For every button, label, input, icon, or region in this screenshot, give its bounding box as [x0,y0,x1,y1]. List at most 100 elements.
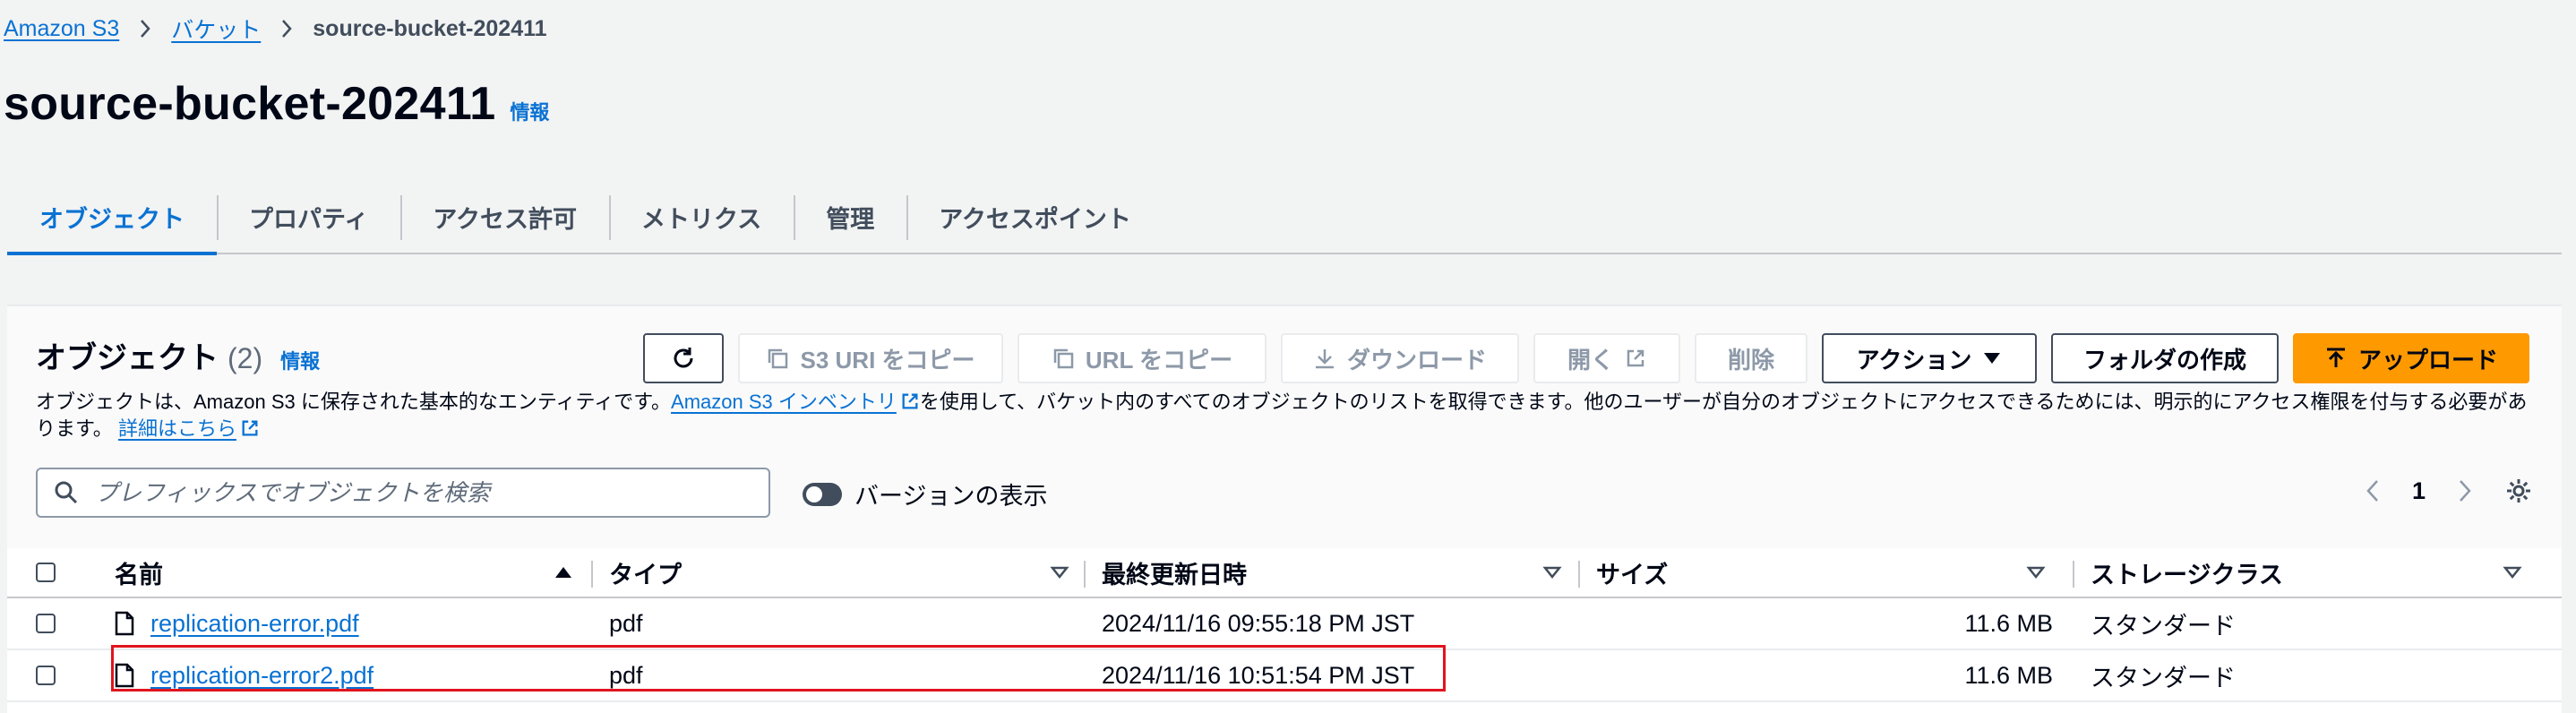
upload-icon [2326,348,2345,367]
upload-button[interactable]: アップロード [2293,333,2529,383]
object-storage-class: スタンダード [2091,664,2236,692]
show-versions: バージョンの表示 [803,477,1047,511]
tab-management[interactable]: 管理 [794,181,906,253]
sort-icon [2026,566,2046,580]
page-title: source-bucket-202411 [4,78,496,130]
row-select-cell [36,598,72,649]
tab-access-points[interactable]: アクセスポイント [906,181,1163,253]
refresh-button[interactable] [643,333,724,383]
object-link[interactable]: replication-error2.pdf [150,662,374,690]
show-versions-label: バージョンの表示 [854,483,1048,510]
chevron-right-icon [282,20,292,38]
tab-metrics[interactable]: メトリクス [609,181,794,253]
download-label: ダウンロード [1346,346,1487,374]
objects-info-link[interactable]: 情報 [280,346,320,374]
column-last-modified-label: 最終更新日時 [1102,561,1247,588]
object-search[interactable] [36,468,770,518]
tab-properties[interactable]: プロパティ [217,181,400,253]
row-select-cell [36,650,72,700]
delete-button[interactable]: 削除 [1695,333,1807,383]
column-type-label: タイプ [609,561,682,588]
objects-panel: オブジェクト (2) 情報 S3 URI をコピー URL をコピー ダウンロー… [7,305,2562,713]
download-icon [1315,349,1334,369]
external-link-icon [902,393,918,409]
tab-bar: オブジェクト プロパティ アクセス許可 メトリクス 管理 アクセスポイント [7,181,2562,255]
column-storage-class-label: ストレージクラス [2091,561,2283,588]
table-row[interactable]: replication-error.pdf pdf 2024/11/16 09:… [7,598,2562,650]
caret-down-icon [1984,353,2001,364]
description-text-1: オブジェクトは、Amazon S3 に保存された基本的なエンティティです。 [36,391,672,413]
column-type[interactable]: タイプ [609,548,1086,597]
row-checkbox[interactable] [36,614,56,633]
column-last-modified[interactable]: 最終更新日時 [1102,548,1578,597]
open-label: 開く [1567,346,1614,374]
breadcrumb: Amazon S3 バケット source-bucket-202411 [4,13,547,45]
object-last-modified: 2024/11/16 09:55:18 PM JST [1102,609,1415,637]
breadcrumb-current: source-bucket-202411 [313,15,547,41]
sort-icon [1542,566,1562,580]
gear-icon[interactable] [2504,477,2533,505]
actions-label: アクション [1856,346,1972,374]
pagination: 1 [2366,477,2533,505]
column-name-label: 名前 [115,561,163,588]
current-page[interactable]: 1 [2412,477,2426,505]
copy-s3-uri-button[interactable]: S3 URI をコピー [738,333,1003,383]
object-type: pdf [609,661,643,689]
object-type: pdf [609,609,643,637]
object-size: 11.6 MB [1964,609,2053,637]
column-name[interactable]: 名前 [115,548,589,597]
objects-panel-header: オブジェクト (2) 情報 S3 URI をコピー URL をコピー ダウンロー… [7,306,2562,548]
download-button[interactable]: ダウンロード [1281,333,1519,383]
external-link-icon [242,420,258,436]
object-name-cell: replication-error.pdf [115,598,589,649]
object-last-modified: 2024/11/16 10:51:54 PM JST [1102,661,1415,689]
table-row[interactable]: replication-error2.pdf pdf 2024/11/16 10… [7,650,2562,702]
inventory-link[interactable]: Amazon S3 インベントリ [671,391,897,413]
chevron-left-icon[interactable] [2366,478,2380,503]
copy-icon [1053,348,1074,369]
table-header: 名前 タイプ 最終更新日時 サイズ ストレージクラス [7,548,2562,598]
objects-toolbar: S3 URI をコピー URL をコピー ダウンロード 開く 削除 アクション [643,333,2529,383]
objects-description: オブジェクトは、Amazon S3 に保存された基本的なエンティティです。Ama… [36,389,2535,442]
learn-more-link[interactable]: 詳細はこちら [118,417,236,440]
row-checkbox[interactable] [36,666,56,685]
delete-label: 削除 [1727,346,1774,374]
copy-url-button[interactable]: URL をコピー [1018,333,1267,383]
show-versions-toggle[interactable] [803,482,842,506]
column-divider[interactable] [1578,561,1580,588]
objects-table: 名前 タイプ 最終更新日時 サイズ ストレージクラス replication-e… [7,548,2562,702]
breadcrumb-buckets[interactable]: バケット [171,13,261,45]
objects-count: (2) [228,342,263,374]
object-name-cell: replication-error2.pdf [115,650,589,700]
sort-icon [2503,566,2522,580]
file-icon [115,611,134,636]
upload-label: アップロード [2357,346,2498,374]
sort-ascending-icon [555,567,571,578]
sort-icon [1050,566,1069,580]
column-divider[interactable] [1084,561,1086,588]
search-input[interactable] [93,477,760,508]
create-folder-button[interactable]: フォルダの作成 [2051,333,2279,383]
select-all-cell [36,548,72,597]
breadcrumb-amazon-s3[interactable]: Amazon S3 [4,16,119,42]
column-size[interactable]: サイズ [1596,548,2062,597]
copy-url-label: URL をコピー [1085,346,1233,374]
object-storage-class: スタンダード [2091,612,2236,640]
actions-dropdown[interactable]: アクション [1822,333,2037,383]
object-link[interactable]: replication-error.pdf [150,610,359,638]
column-divider[interactable] [2073,561,2074,588]
open-button[interactable]: 開く [1533,333,1680,383]
tab-permissions[interactable]: アクセス許可 [400,181,609,253]
file-icon [115,663,134,688]
column-divider[interactable] [591,561,593,588]
info-link[interactable]: 情報 [510,97,549,125]
external-link-icon [1627,349,1644,367]
column-storage-class[interactable]: ストレージクラス [2091,548,2538,597]
tab-objects[interactable]: オブジェクト [7,181,217,255]
refresh-icon [674,348,693,368]
copy-icon [769,348,788,369]
chevron-right-icon [141,20,150,38]
select-all-checkbox[interactable] [36,563,56,582]
object-size: 11.6 MB [1964,661,2053,689]
chevron-right-icon[interactable] [2458,478,2472,503]
